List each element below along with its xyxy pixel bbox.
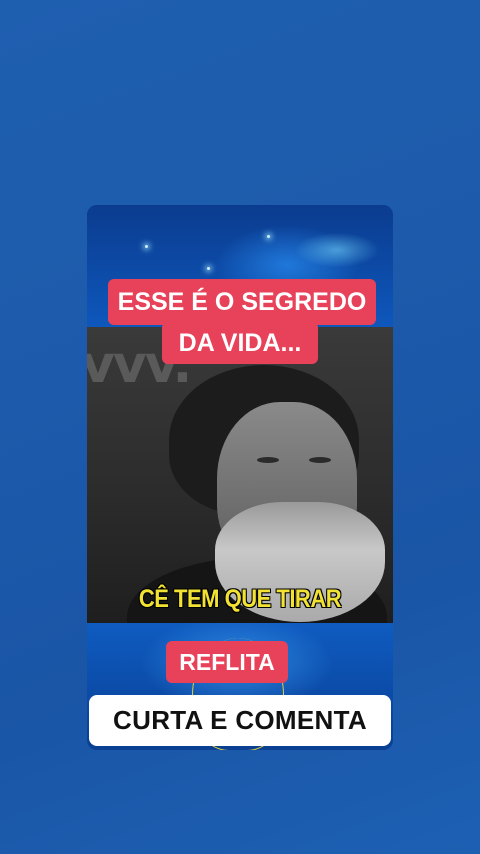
like-comment-banner: CURTA E COMENTA	[89, 695, 391, 746]
reflita-label: REFLITA	[166, 641, 288, 683]
light-sparkle	[207, 267, 210, 270]
light-sparkle	[267, 235, 270, 238]
speaker-eye	[257, 457, 279, 463]
title-line-1: ESSE É O SEGREDO	[108, 279, 376, 325]
title-line-2: DA VIDA...	[162, 322, 318, 364]
speaker-photo: vvv.	[87, 327, 393, 627]
light-sparkle	[145, 245, 148, 248]
subtitle-caption: CÊ TEM QUE TIRAR	[138, 584, 342, 613]
speaker-eye	[309, 457, 331, 463]
